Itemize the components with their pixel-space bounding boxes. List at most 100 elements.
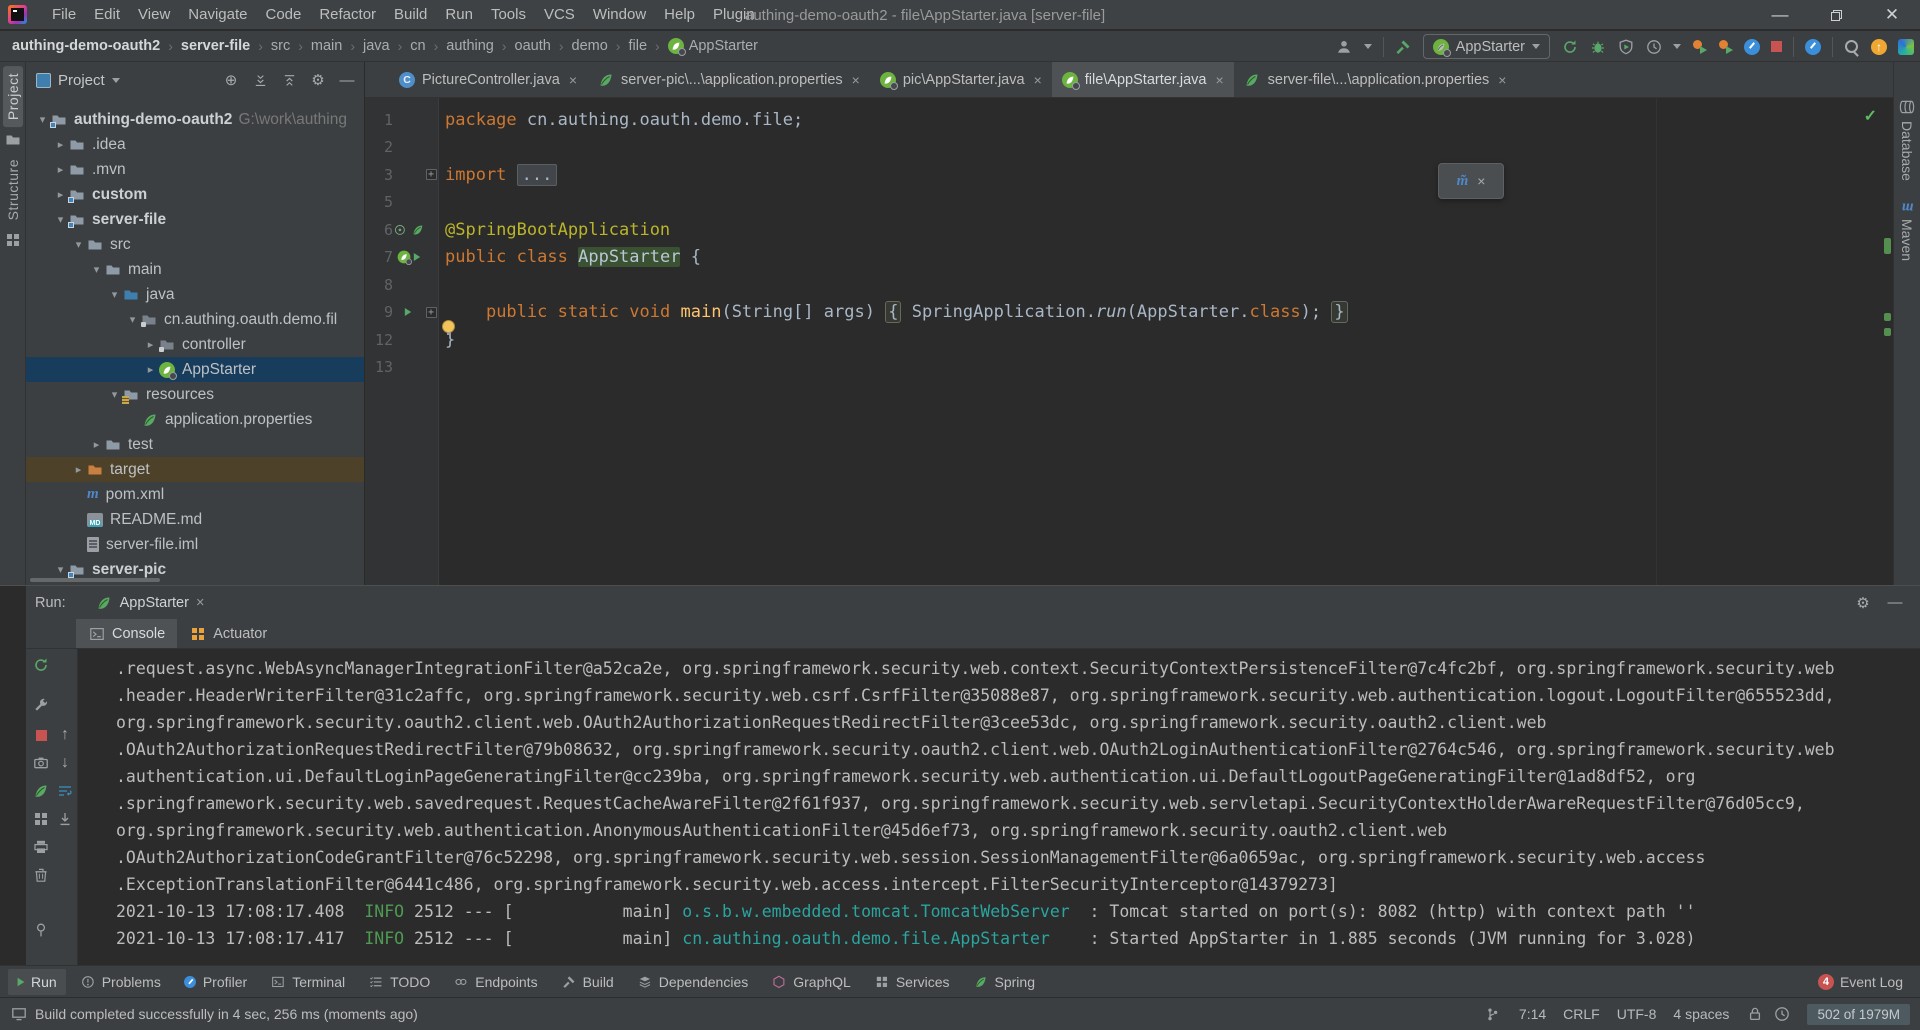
tree-chevron-icon[interactable]: ▾ bbox=[70, 238, 87, 251]
menu-item-help[interactable]: Help bbox=[655, 2, 704, 27]
hide-icon[interactable]: — bbox=[336, 72, 358, 89]
scroll-end-icon[interactable] bbox=[56, 810, 74, 828]
tree-item[interactable]: ▾java bbox=[26, 282, 364, 307]
toolwindow-button-dependencies[interactable]: Dependencies bbox=[627, 968, 758, 995]
tree-chevron-icon[interactable]: ▾ bbox=[52, 563, 69, 576]
restart-icon[interactable] bbox=[32, 782, 50, 800]
tree-item[interactable]: ▾resources bbox=[26, 382, 364, 407]
tab-close-icon[interactable]: × bbox=[569, 72, 577, 88]
run-settings-icon[interactable]: ⚙ bbox=[1852, 594, 1874, 612]
run-tab-close-icon[interactable]: × bbox=[196, 595, 204, 611]
breadcrumb-item[interactable]: cn bbox=[410, 38, 425, 54]
editor-tab[interactable]: CPictureController.java× bbox=[389, 62, 587, 97]
tree-chevron-icon[interactable]: ▸ bbox=[142, 338, 159, 351]
fold-marker[interactable]: + bbox=[423, 307, 439, 318]
down-stack-icon[interactable]: ↓ bbox=[56, 754, 74, 772]
tree-item[interactable]: ▸test bbox=[26, 432, 364, 457]
camera-icon[interactable] bbox=[32, 754, 50, 772]
breadcrumb-item[interactable]: AppStarter bbox=[668, 38, 758, 54]
profiler-dropdown-icon[interactable] bbox=[1673, 44, 1681, 49]
coverage-shield-icon[interactable] bbox=[1617, 38, 1634, 55]
breadcrumb-item[interactable]: authing bbox=[446, 38, 494, 54]
soft-wrap-icon[interactable] bbox=[56, 782, 74, 800]
editor-tab[interactable]: server-pic\...\application.properties× bbox=[587, 62, 870, 97]
wrench-icon[interactable] bbox=[32, 696, 50, 714]
toolwindow-button-graphql[interactable]: GraphQL bbox=[761, 968, 860, 995]
line-number[interactable]: 12 bbox=[365, 331, 393, 349]
tree-item[interactable]: ▸target bbox=[26, 457, 364, 482]
toolwindow-button-build[interactable]: Build bbox=[551, 968, 623, 995]
run-configuration-select[interactable]: AppStarter bbox=[1423, 34, 1550, 59]
update-icon[interactable]: ↑ bbox=[1871, 39, 1887, 55]
menu-item-navigate[interactable]: Navigate bbox=[179, 2, 256, 27]
settings-icon[interactable]: ⚙ bbox=[307, 71, 329, 89]
plugin-logo-icon[interactable] bbox=[1898, 39, 1914, 55]
menu-item-file[interactable]: File bbox=[43, 2, 85, 27]
background-tasks-icon[interactable] bbox=[1773, 1006, 1790, 1023]
line-number[interactable]: 2 bbox=[365, 138, 393, 156]
tab-close-icon[interactable]: × bbox=[1034, 72, 1042, 88]
tree-item[interactable]: ▸custom bbox=[26, 182, 364, 207]
lock-icon[interactable] bbox=[1746, 1006, 1763, 1023]
tree-item[interactable]: ▾main bbox=[26, 257, 364, 282]
console-output[interactable]: .request.async.WebAsyncManagerIntegratio… bbox=[79, 649, 1920, 965]
breadcrumb-item[interactable]: oauth bbox=[515, 38, 551, 54]
menu-item-run[interactable]: Run bbox=[436, 2, 482, 27]
maven-reload-popup[interactable]: m̃ × bbox=[1438, 163, 1504, 199]
tree-item[interactable]: ▾authing-demo-oauth2 G:\work\authing bbox=[26, 107, 364, 132]
tree-chevron-icon[interactable]: ▾ bbox=[124, 313, 141, 326]
bean-icon[interactable] bbox=[392, 223, 406, 237]
event-icon[interactable] bbox=[10, 1006, 27, 1023]
status-item[interactable]: UTF-8 bbox=[1617, 1006, 1657, 1022]
minimize-icon[interactable]: — bbox=[1752, 0, 1808, 30]
line-number[interactable]: 1 bbox=[365, 111, 393, 129]
line-number[interactable]: 3 bbox=[365, 166, 393, 184]
breadcrumb-item[interactable]: authing-demo-oauth2 bbox=[12, 38, 160, 54]
line-number[interactable]: 8 bbox=[365, 276, 393, 294]
inspections-ok-icon[interactable]: ✓ bbox=[1864, 106, 1877, 126]
collapse-all-icon[interactable] bbox=[278, 73, 300, 88]
tree-item[interactable]: MDREADME.md bbox=[26, 507, 364, 532]
user-icon[interactable] bbox=[1336, 38, 1353, 55]
gauge-wrench-icon[interactable] bbox=[1805, 39, 1821, 55]
breadcrumb-item[interactable]: java bbox=[363, 38, 390, 54]
vcs-arrows-icon[interactable] bbox=[1485, 1006, 1502, 1023]
status-item[interactable]: 7:14 bbox=[1519, 1006, 1546, 1022]
project-panel-title[interactable]: Project bbox=[58, 72, 105, 89]
search-icon[interactable] bbox=[1844, 39, 1860, 55]
line-number[interactable]: 9 bbox=[365, 303, 393, 321]
status-message[interactable]: Build completed successfully in 4 sec, 2… bbox=[35, 1006, 418, 1022]
line-number[interactable]: 5 bbox=[365, 193, 393, 211]
tree-chevron-icon[interactable]: ▾ bbox=[34, 113, 51, 126]
pin-icon[interactable] bbox=[32, 921, 50, 939]
breadcrumb-item[interactable]: file bbox=[628, 38, 647, 54]
line-number[interactable]: 7 bbox=[365, 248, 393, 266]
memory-indicator[interactable]: 502 of 1979M bbox=[1807, 1004, 1910, 1025]
status-item[interactable]: CRLF bbox=[1563, 1006, 1600, 1022]
popup-close-icon[interactable]: × bbox=[1477, 173, 1485, 189]
profiler-clock-icon[interactable] bbox=[1645, 38, 1662, 55]
play-run-icon[interactable] bbox=[405, 308, 411, 316]
tab-close-icon[interactable]: × bbox=[852, 72, 860, 88]
breadcrumb-item[interactable]: demo bbox=[572, 38, 608, 54]
tree-item[interactable]: ▾server-file bbox=[26, 207, 364, 232]
rerun-icon[interactable] bbox=[1561, 38, 1578, 55]
toolwindow-button-endpoints[interactable]: Endpoints bbox=[443, 968, 546, 995]
tree-item[interactable]: ▾src bbox=[26, 232, 364, 257]
tree-chevron-icon[interactable]: ▸ bbox=[142, 363, 159, 376]
editor-tab[interactable]: server-file\...\application.properties× bbox=[1234, 62, 1517, 97]
tool-stripe-database[interactable]: Database bbox=[1897, 92, 1918, 187]
status-item[interactable]: 4 spaces bbox=[1673, 1006, 1729, 1022]
run-hide-icon[interactable]: — bbox=[1884, 594, 1906, 611]
toolwindow-button-profiler[interactable]: Profiler bbox=[174, 969, 256, 995]
breadcrumb-item[interactable]: main bbox=[311, 38, 342, 54]
print-icon[interactable] bbox=[32, 838, 50, 856]
toolwindow-button-todo[interactable]: TODO bbox=[358, 968, 439, 995]
play-run-icon[interactable] bbox=[413, 253, 419, 261]
layout-icon[interactable] bbox=[32, 810, 50, 828]
tree-chevron-icon[interactable]: ▾ bbox=[106, 288, 123, 301]
tab-close-icon[interactable]: × bbox=[1215, 72, 1223, 88]
event-log-button[interactable]: 4Event Log bbox=[1809, 969, 1912, 995]
editor-tab[interactable]: file\AppStarter.java× bbox=[1052, 62, 1234, 97]
tree-item[interactable]: application.properties bbox=[26, 407, 364, 432]
